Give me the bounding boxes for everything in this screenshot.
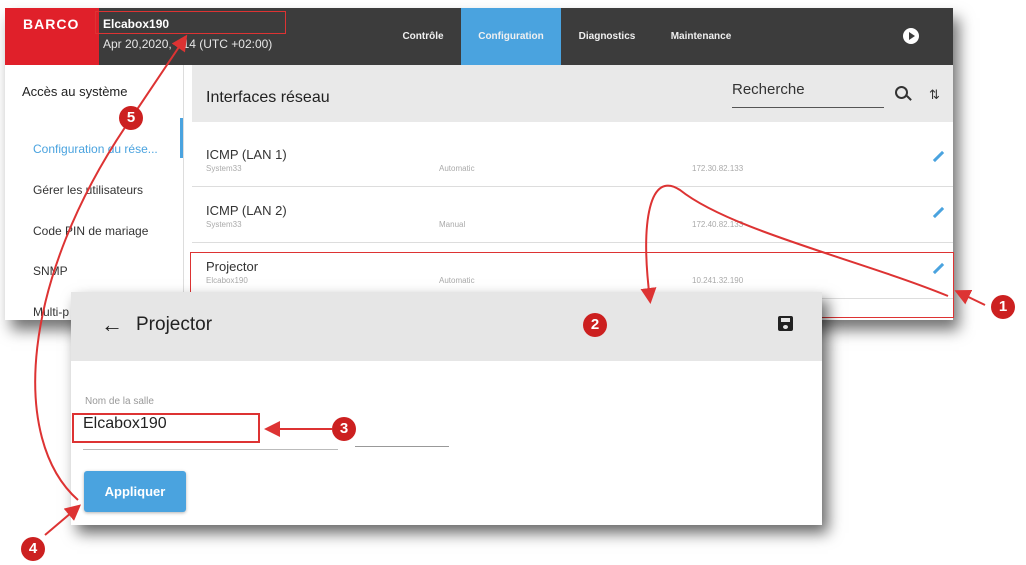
callout-marker-4: 4 (21, 537, 45, 561)
callout-marker-1: 1 (991, 295, 1015, 319)
callout-marker-3: 3 (332, 417, 356, 441)
annotation-arrows (34, 34, 986, 536)
callout-arrow-4 (44, 504, 82, 536)
callout-arrow-2 (640, 184, 949, 304)
callout-arrow-1 (954, 289, 986, 306)
callout-marker-5: 5 (119, 106, 143, 130)
callout-marker-2: 2 (583, 313, 607, 337)
callout-arrow-5 (34, 34, 188, 501)
